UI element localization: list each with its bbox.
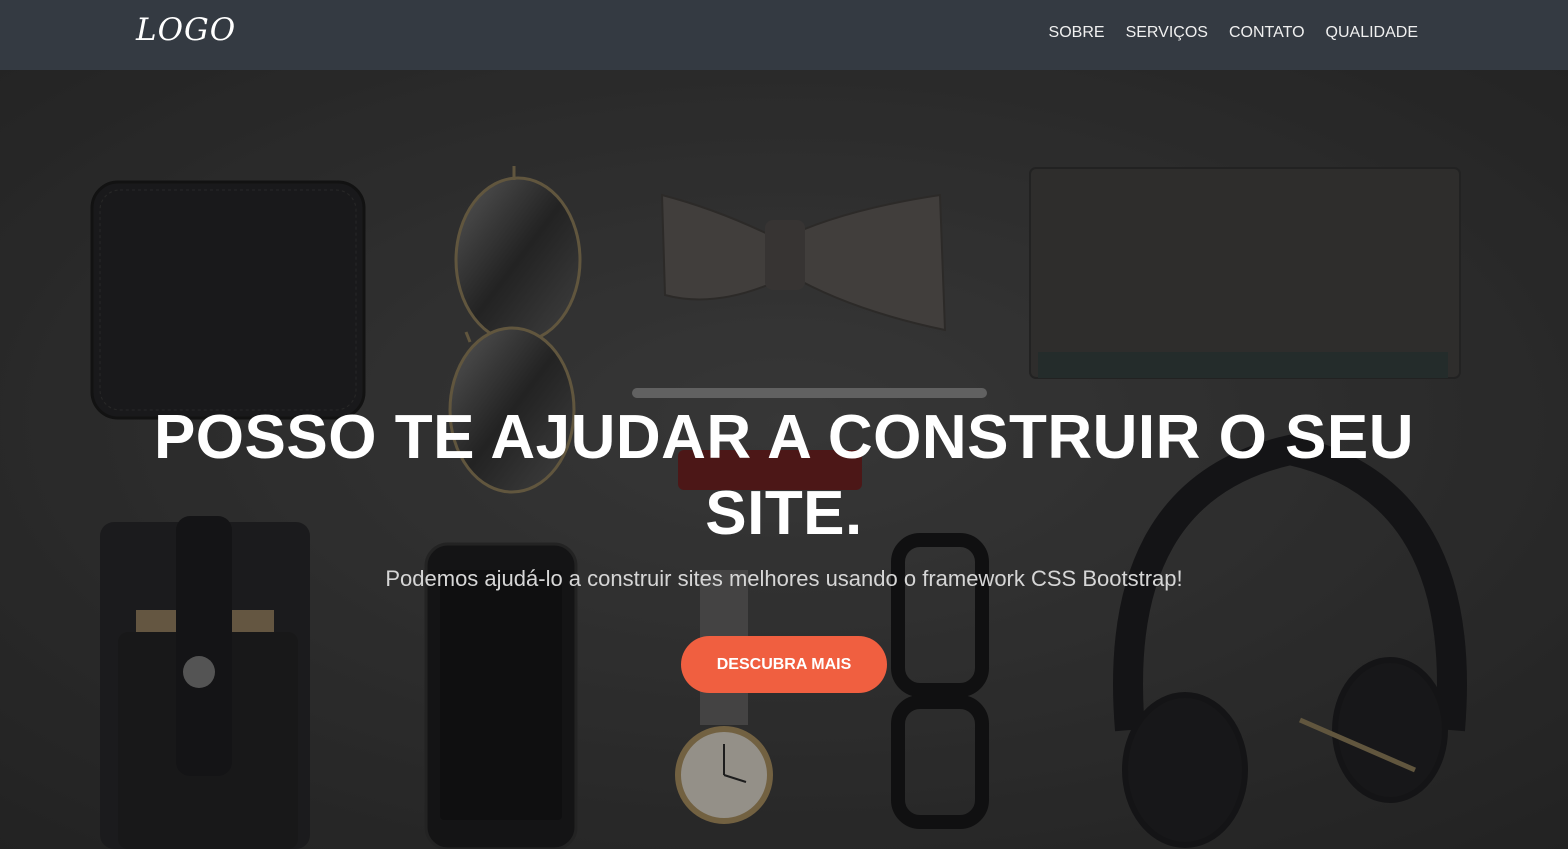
hero-content: POSSO TE AJUDAR A CONSTRUIR O SEU SITE. … <box>0 400 1568 693</box>
nav-link-sobre[interactable]: SOBRE <box>1049 24 1105 42</box>
navbar: LOGO SOBRE SERVIÇOS CONTATO QUALIDADE <box>0 0 1568 70</box>
nav-link-contato[interactable]: CONTATO <box>1229 24 1305 42</box>
hero-section: POSSO TE AJUDAR A CONSTRUIR O SEU SITE. … <box>0 70 1568 849</box>
hero-subtitle: Podemos ajudá-lo a construir sites melho… <box>385 566 1183 591</box>
descubra-mais-button[interactable]: DESCUBRA MAIS <box>681 636 887 693</box>
nav-link-qualidade[interactable]: QUALIDADE <box>1326 24 1418 42</box>
nav-link-servicos[interactable]: SERVIÇOS <box>1126 24 1208 42</box>
nav-links: SOBRE SERVIÇOS CONTATO QUALIDADE <box>1028 24 1418 42</box>
hero-title: POSSO TE AJUDAR A CONSTRUIR O SEU SITE. <box>153 403 1415 548</box>
logo[interactable]: LOGO <box>136 12 236 48</box>
